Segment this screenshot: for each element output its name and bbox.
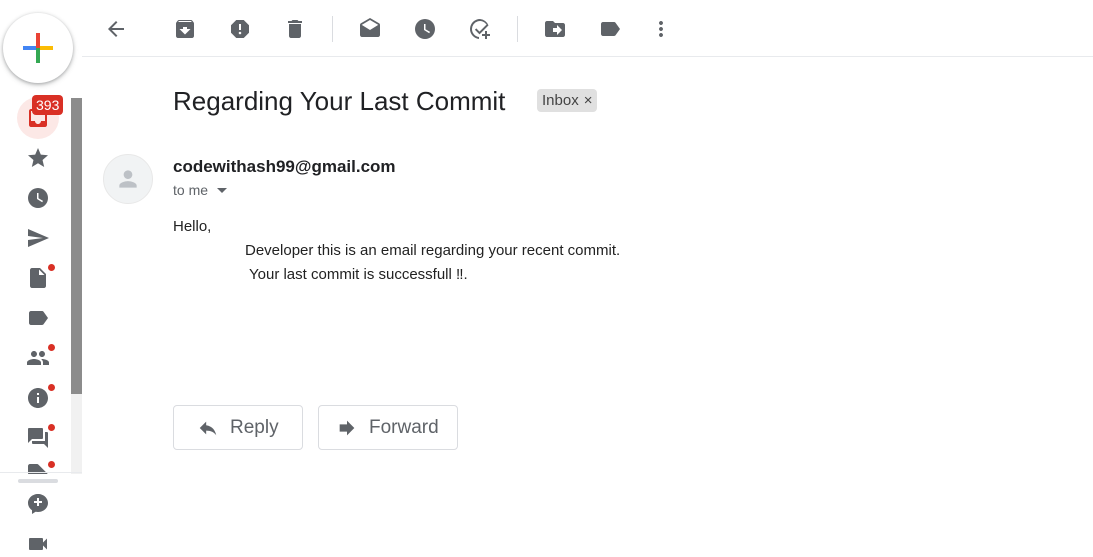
chat-icon bbox=[28, 494, 48, 514]
sidebar-item-drafts[interactable] bbox=[18, 260, 58, 296]
report-spam-button[interactable] bbox=[220, 9, 260, 49]
rail-separator bbox=[0, 472, 82, 473]
notification-dot bbox=[47, 343, 56, 352]
more-button[interactable] bbox=[641, 9, 681, 49]
label-icon bbox=[29, 311, 48, 325]
toolbar-separator bbox=[517, 16, 518, 42]
mark-unread-icon bbox=[360, 18, 380, 37]
sidebar-item-inbox[interactable]: 393 bbox=[17, 95, 64, 139]
labels-icon bbox=[601, 22, 620, 36]
compose-button[interactable] bbox=[3, 13, 73, 83]
sidebar-item-snoozed[interactable] bbox=[18, 180, 58, 216]
sidebar-item-social[interactable] bbox=[18, 340, 58, 376]
forward-label: Forward bbox=[369, 416, 439, 438]
sender-avatar[interactable] bbox=[103, 154, 153, 204]
video-icon bbox=[29, 538, 47, 550]
email-body-line-1: Developer this is an email regarding you… bbox=[245, 242, 621, 259]
sidebar-item-updates[interactable] bbox=[18, 380, 58, 416]
archive-icon bbox=[176, 20, 194, 38]
send-icon bbox=[28, 229, 49, 247]
archive-button[interactable] bbox=[165, 9, 205, 49]
rail-scrollbar[interactable] bbox=[71, 98, 82, 474]
move-to-button[interactable] bbox=[535, 9, 575, 49]
labels-button[interactable] bbox=[590, 9, 630, 49]
email-body-line-2: Your last commit is successfull ‼. bbox=[249, 266, 468, 283]
forward-button[interactable]: Forward bbox=[318, 405, 458, 450]
left-rail: 393 bbox=[0, 0, 82, 557]
info-icon bbox=[28, 388, 48, 408]
more-icon bbox=[659, 21, 663, 37]
sidebar-item-chat[interactable] bbox=[18, 486, 58, 522]
reply-label: Reply bbox=[230, 416, 279, 438]
recipient-details-toggle[interactable]: to me bbox=[173, 182, 228, 198]
forward-icon bbox=[339, 420, 355, 435]
remove-label-button[interactable]: × bbox=[584, 89, 593, 112]
rail-divider bbox=[18, 479, 58, 483]
report-spam-icon bbox=[231, 20, 249, 38]
forum-icon bbox=[28, 428, 48, 448]
draft-icon bbox=[30, 268, 46, 288]
star-icon bbox=[28, 148, 48, 167]
toolbar-separator bbox=[332, 16, 333, 42]
compose-plus-icon bbox=[23, 33, 53, 63]
add-task-button[interactable] bbox=[460, 9, 500, 49]
email-subject: Regarding Your Last Commit bbox=[173, 86, 506, 116]
message-toolbar bbox=[82, 0, 1093, 57]
snooze-icon bbox=[415, 19, 435, 39]
move-to-icon bbox=[545, 21, 565, 37]
sidebar-item-forums[interactable] bbox=[18, 420, 58, 456]
sidebar-item-meet[interactable] bbox=[18, 526, 58, 557]
email-greeting: Hello, bbox=[173, 218, 212, 235]
back-icon bbox=[108, 21, 124, 37]
notification-dot bbox=[47, 460, 56, 469]
person-icon bbox=[119, 170, 137, 188]
label-chip-text: Inbox bbox=[542, 92, 579, 109]
notification-dot bbox=[47, 383, 56, 392]
sidebar-item-starred[interactable] bbox=[18, 140, 58, 176]
clock-icon bbox=[28, 188, 48, 208]
sidebar-item-sent[interactable] bbox=[18, 220, 58, 256]
gmail-app: 393 Regarding Your Last Commit Inbox × c… bbox=[0, 0, 1093, 557]
notification-dot bbox=[47, 423, 56, 432]
add-task-icon bbox=[469, 19, 490, 39]
reply-button[interactable]: Reply bbox=[173, 405, 303, 450]
mark-unread-button[interactable] bbox=[350, 9, 390, 49]
sender-email[interactable]: codewithash99@gmail.com bbox=[173, 157, 396, 177]
back-button[interactable] bbox=[96, 9, 136, 49]
unread-count-badge: 393 bbox=[32, 95, 64, 115]
people-icon bbox=[27, 351, 49, 365]
sidebar-item-label[interactable] bbox=[18, 300, 58, 336]
inbox-label-chip[interactable]: Inbox × bbox=[537, 89, 598, 112]
delete-icon bbox=[288, 20, 302, 38]
reply-icon bbox=[199, 421, 217, 435]
notification-dot bbox=[47, 263, 56, 272]
recipient-text: to me bbox=[173, 182, 209, 198]
delete-button[interactable] bbox=[275, 9, 315, 49]
snooze-button[interactable] bbox=[405, 9, 445, 49]
chevron-down-icon bbox=[217, 187, 228, 193]
rail-scrollbar-thumb[interactable] bbox=[71, 98, 82, 394]
